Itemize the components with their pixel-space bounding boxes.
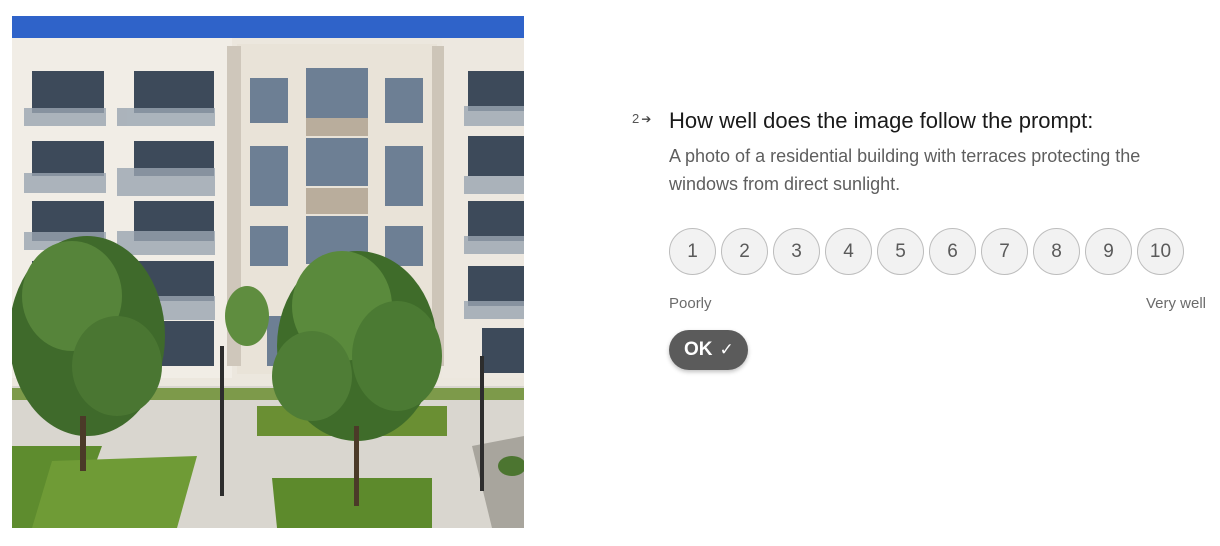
building-photo — [12, 16, 524, 528]
question-header: 2 ➔ How well does the image follow the p… — [632, 106, 1212, 136]
checkmark-icon: ✓ — [719, 340, 734, 359]
rating-option-2[interactable]: 2 — [721, 228, 768, 275]
rating-scale: 1 2 3 4 5 6 7 8 9 10 — [669, 228, 1212, 275]
question-title: How well does the image follow the promp… — [669, 108, 1094, 133]
ok-button-label: OK — [684, 339, 713, 360]
rating-option-9[interactable]: 9 — [1085, 228, 1132, 275]
question-number: 2 ➔ — [632, 111, 669, 126]
question-number-label: 2 — [632, 111, 640, 126]
rating-option-7[interactable]: 7 — [981, 228, 1028, 275]
rating-option-6[interactable]: 6 — [929, 228, 976, 275]
arrow-right-icon: ➔ — [641, 111, 652, 126]
scale-labels: Poorly Very well — [669, 295, 1206, 312]
ok-button[interactable]: OK ✓ — [669, 330, 748, 370]
prompt-image — [12, 16, 524, 528]
rating-option-3[interactable]: 3 — [773, 228, 820, 275]
scale-low-label: Poorly — [669, 295, 712, 312]
rating-option-5[interactable]: 5 — [877, 228, 924, 275]
rating-option-4[interactable]: 4 — [825, 228, 872, 275]
question-description: A photo of a residential building with t… — [669, 146, 1141, 194]
rating-option-1[interactable]: 1 — [669, 228, 716, 275]
rating-option-8[interactable]: 8 — [1033, 228, 1080, 275]
rating-option-10[interactable]: 10 — [1137, 228, 1184, 275]
scale-high-label: Very well — [1145, 295, 1206, 312]
question-block: 2 ➔ How well does the image follow the p… — [632, 106, 1212, 370]
